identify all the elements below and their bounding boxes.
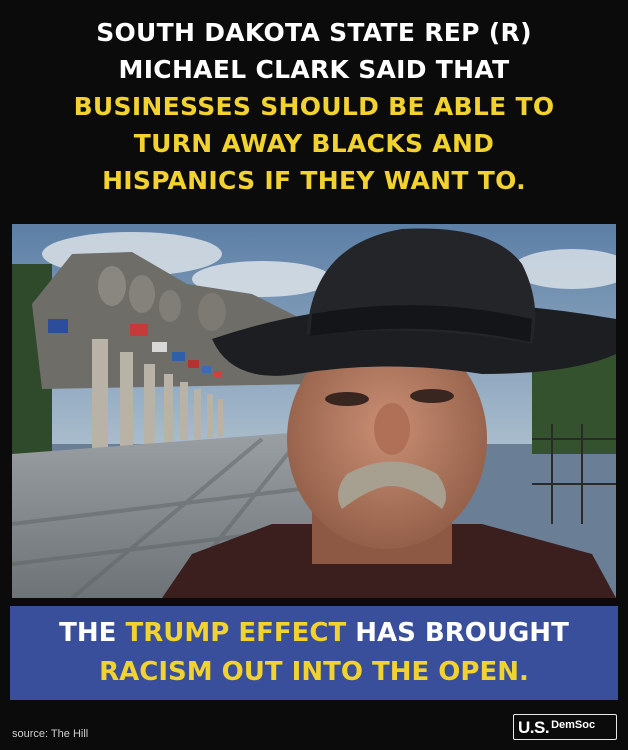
headline-line-3: BUSINESSES SHOULD BE ABLE TO <box>73 92 555 121</box>
bottom-line-2: RACISM OUT INTO THE OPEN. <box>99 657 529 687</box>
usdemsoc-logo: U.S. DemSoc <box>513 714 617 740</box>
bottom-caption: THE TRUMP EFFECT HAS BROUGHT RACISM OUT … <box>10 606 618 700</box>
carved-face <box>198 293 226 331</box>
eye-left <box>325 392 369 406</box>
headline: SOUTH DAKOTA STATE REP (R) MICHAEL CLARK… <box>0 14 628 199</box>
nose <box>374 403 410 455</box>
headline-line-5: HISPANICS IF THEY WANT TO. <box>102 166 526 195</box>
meme-image: SOUTH DAKOTA STATE REP (R) MICHAEL CLARK… <box>0 0 628 750</box>
logo-sub-text: DemSoc <box>551 719 596 731</box>
carved-face <box>98 266 126 306</box>
headline-line-4: TURN AWAY BLACKS AND <box>133 129 495 158</box>
bottom-line-1-pre: THE <box>59 618 126 648</box>
bottom-line-1: THE TRUMP EFFECT HAS BROUGHT <box>10 614 618 653</box>
selfie-photo <box>12 224 616 598</box>
headline-line-1: SOUTH DAKOTA STATE REP (R) <box>96 18 532 47</box>
source-credit: source: The Hill <box>12 728 89 740</box>
carved-face <box>159 290 181 322</box>
fence <box>532 424 616 524</box>
eye-right <box>410 389 454 403</box>
bottom-line-1-highlight: TRUMP EFFECT <box>125 618 347 648</box>
logo-main-text: U.S. <box>518 718 550 737</box>
carved-face <box>129 275 155 313</box>
headline-line-2: MICHAEL CLARK SAID THAT <box>118 55 510 84</box>
bottom-line-1-post: HAS BROUGHT <box>346 618 569 648</box>
